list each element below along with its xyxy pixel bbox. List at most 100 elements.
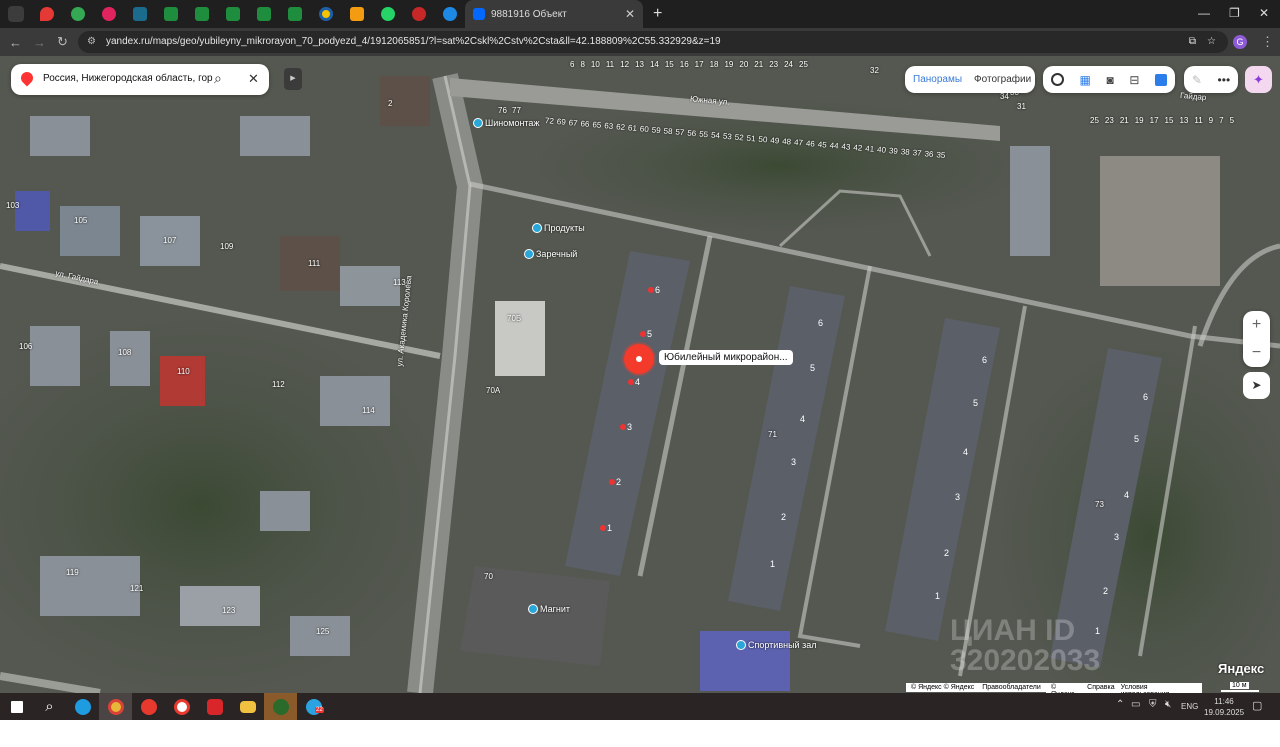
tab-google-maps[interactable]	[62, 0, 93, 28]
house-number: 114	[362, 406, 375, 415]
tab-search-button[interactable]	[0, 0, 31, 28]
restore-button[interactable]: ❐	[1229, 6, 1240, 20]
clear-search-icon[interactable]: ✕	[248, 71, 259, 87]
entrance-marker[interactable]: 6	[1143, 392, 1148, 402]
network-icon[interactable]: ▭	[1131, 699, 1140, 710]
search-icon[interactable]: ⌕	[33, 693, 66, 720]
install-app-icon[interactable]: ⧉	[1189, 31, 1196, 53]
close-window-button[interactable]: ✕	[1259, 6, 1269, 20]
tab-home[interactable]	[403, 0, 434, 28]
forward-icon[interactable]: →	[33, 35, 46, 50]
poi-gym[interactable]: Спортивный зал	[736, 640, 816, 650]
satellite-map[interactable]: Южная ул. ул. Гайдара ул. Академика Коро…	[0, 56, 1280, 693]
tab-sheets[interactable]	[248, 0, 279, 28]
alice-assistant-button[interactable]: ✦	[1245, 66, 1272, 93]
site-info-icon[interactable]: ⚙	[87, 31, 96, 53]
entrance-marker[interactable]: 5	[810, 363, 815, 373]
rights-holders-link[interactable]: Правообладатели	[982, 684, 1041, 691]
entrance-marker[interactable]: 2	[609, 477, 621, 487]
wps-icon[interactable]	[198, 693, 231, 720]
tab-sheets[interactable]	[186, 0, 217, 28]
terms-link[interactable]: Условия использования	[1121, 684, 1197, 693]
map-layers-icon[interactable]: ▦	[1079, 73, 1090, 87]
security-icon[interactable]: ⛨	[1149, 699, 1157, 710]
volume-muted-icon[interactable]: 🔇︎	[1165, 699, 1171, 710]
tab-active[interactable]: 9881916 Объект ✕	[465, 0, 643, 28]
entrance-marker[interactable]: 2	[944, 548, 949, 558]
entrance-marker[interactable]: 6	[818, 318, 823, 328]
close-tab-icon[interactable]: ✕	[625, 7, 635, 21]
camera-icon[interactable]: ◙	[1106, 73, 1113, 87]
new-tab-button[interactable]: +	[653, 5, 662, 23]
entrance-marker[interactable]: 3	[791, 457, 796, 467]
entrance-marker[interactable]: 6	[982, 355, 987, 365]
start-button[interactable]	[0, 693, 33, 720]
expand-sidebar-button[interactable]: ▶	[284, 68, 302, 90]
selected-place-pin[interactable]	[624, 344, 654, 374]
minimize-button[interactable]: —	[1198, 6, 1210, 20]
layers-icon[interactable]	[1155, 73, 1168, 86]
ruler-icon[interactable]: ✎	[1192, 73, 1202, 87]
search-input[interactable]: Россия, Нижегородская область, гор	[43, 73, 213, 84]
tab-whatsapp[interactable]	[372, 0, 403, 28]
edge-icon[interactable]	[66, 693, 99, 720]
selected-place-label[interactable]: Юбилейный микрорайон...	[659, 350, 793, 365]
menu-icon[interactable]: ⋮	[1261, 34, 1274, 50]
tab-app[interactable]	[93, 0, 124, 28]
more-icon[interactable]: •••	[1218, 73, 1231, 87]
tab-sheets[interactable]	[217, 0, 248, 28]
my-location-button[interactable]: ➤	[1243, 372, 1270, 399]
entrance-marker[interactable]: 3	[955, 492, 960, 502]
entrance-marker[interactable]: 1	[935, 591, 940, 601]
bookmark-star-icon[interactable]: ☆	[1207, 31, 1216, 53]
yandex-icon[interactable]	[132, 693, 165, 720]
entrance-marker[interactable]: 1	[770, 559, 775, 569]
clock[interactable]: 11:46 19.09.2025	[1204, 696, 1244, 718]
url-input[interactable]: ⚙ yandex.ru/maps/geo/yubileyny_mikrorayo…	[78, 31, 1228, 53]
notifications-icon[interactable]: ▢	[1252, 699, 1262, 712]
house-number: 106	[19, 342, 33, 351]
panoramas-button[interactable]: Панорамы	[913, 74, 962, 85]
tab-app[interactable]	[310, 0, 341, 28]
entrance-marker[interactable]: 2	[781, 512, 786, 522]
tab-sheets[interactable]	[279, 0, 310, 28]
entrance-marker[interactable]: 6	[648, 285, 660, 295]
tab-app[interactable]	[124, 0, 155, 28]
circle-layer-icon[interactable]	[1050, 73, 1064, 86]
tray-chevron-icon[interactable]: ⌃	[1116, 699, 1124, 710]
entrance-marker[interactable]: 3	[620, 422, 632, 432]
zoom-out-button[interactable]: −	[1252, 344, 1261, 362]
app-icon[interactable]	[264, 693, 297, 720]
poi-grocery[interactable]: Продукты	[532, 223, 585, 233]
tab-sheets[interactable]	[155, 0, 186, 28]
entrance-marker[interactable]: 2	[1103, 586, 1108, 596]
poi-magnit[interactable]: Магнит	[528, 604, 570, 614]
profile-avatar[interactable]: G	[1233, 35, 1247, 49]
entrance-marker[interactable]: 5	[973, 398, 978, 408]
entrance-marker[interactable]: 1	[600, 523, 612, 533]
tab-mail[interactable]	[341, 0, 372, 28]
back-icon[interactable]: ←	[9, 35, 22, 50]
entrance-marker[interactable]: 4	[1124, 490, 1129, 500]
file-explorer-icon[interactable]	[231, 693, 264, 720]
telegram-icon[interactable]: 22	[297, 693, 330, 720]
tab-yandex-maps[interactable]	[31, 0, 62, 28]
yandex-browser-icon[interactable]	[165, 693, 198, 720]
entrance-marker[interactable]: 4	[963, 447, 968, 457]
entrance-marker[interactable]: 5	[640, 329, 652, 339]
reload-icon[interactable]: ↻	[57, 34, 68, 50]
tab-edge[interactable]	[434, 0, 465, 28]
search-icon[interactable]: ⌕	[214, 70, 222, 87]
language-indicator[interactable]: ENG	[1181, 702, 1198, 711]
photos-button[interactable]: Фотографии	[974, 74, 1031, 85]
zoom-in-button[interactable]: +	[1252, 316, 1261, 334]
entrance-marker[interactable]: 4	[628, 377, 640, 387]
poi-tire-service[interactable]: Шиномонтаж	[473, 118, 539, 128]
poi-zarechny[interactable]: Заречный	[524, 249, 577, 259]
help-link[interactable]: Справка	[1087, 684, 1114, 693]
chrome-icon[interactable]	[99, 693, 132, 720]
transport-icon[interactable]: ⊟	[1129, 73, 1139, 87]
entrance-marker[interactable]: 5	[1134, 434, 1139, 444]
entrance-marker[interactable]: 4	[800, 414, 805, 424]
entrance-marker[interactable]: 3	[1114, 532, 1119, 542]
